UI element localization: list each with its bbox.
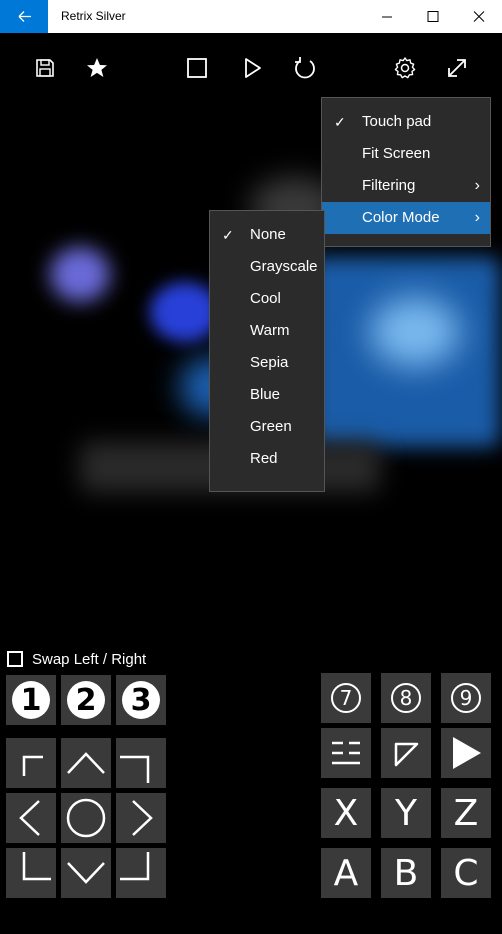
button-3-label: 3 — [122, 681, 160, 719]
dpad-right[interactable] — [116, 793, 166, 843]
checkmark-icon: ✓ — [334, 114, 346, 130]
toolbar — [0, 33, 502, 97]
stop-icon — [187, 58, 207, 78]
button-x[interactable]: X — [321, 788, 371, 838]
button-1[interactable]: 1 — [6, 675, 56, 725]
menu-item-touch-pad[interactable]: ✓ Touch pad — [322, 106, 490, 138]
window-title: Retrix Silver — [61, 9, 126, 23]
reset-icon — [295, 57, 315, 79]
fullscreen-button[interactable] — [442, 53, 472, 83]
save-button[interactable] — [30, 53, 60, 83]
button-7-label: 7 — [331, 683, 361, 713]
swap-checkbox[interactable] — [7, 651, 23, 667]
color-option-red[interactable]: Red — [210, 443, 324, 475]
favorite-star-icon — [87, 58, 107, 77]
favorite-button[interactable] — [82, 53, 112, 83]
button-7[interactable]: 7 — [321, 673, 371, 723]
button-b[interactable]: B — [381, 848, 431, 898]
back-arrow-icon — [18, 11, 31, 22]
settings-menu: ✓ Touch pad Fit Screen Filtering › Color… — [321, 97, 491, 247]
button-z-label: Z — [453, 792, 479, 834]
play-icon — [245, 58, 261, 78]
dpad-up[interactable] — [61, 738, 111, 788]
chevron-left-icon — [19, 800, 40, 836]
button-8[interactable]: 8 — [381, 673, 431, 723]
start-button[interactable] — [441, 728, 491, 778]
corner-down-left-icon — [22, 852, 51, 881]
dpad-left[interactable] — [6, 793, 56, 843]
maximize-button[interactable] — [410, 0, 456, 33]
button-3[interactable]: 3 — [116, 675, 166, 725]
button-y[interactable]: Y — [381, 788, 431, 838]
corner-up-right-icon — [120, 755, 150, 783]
maximize-icon — [427, 11, 439, 22]
play-button[interactable] — [237, 53, 267, 83]
dpad-up-left[interactable] — [6, 738, 56, 788]
button-2[interactable]: 2 — [61, 675, 111, 725]
corner-up-left-icon — [22, 755, 43, 776]
game-graphic — [50, 247, 110, 302]
menu-item-filtering[interactable]: Filtering › — [322, 170, 490, 202]
swap-left-right-toggle[interactable]: Swap Left / Right — [7, 650, 146, 668]
circle-icon — [66, 798, 106, 838]
chevron-right-icon: › — [474, 209, 480, 226]
menu-button[interactable] — [321, 728, 371, 778]
color-mode-menu: ✓ None Grayscale Cool Warm Sepia Blue Gr… — [209, 210, 325, 492]
list-menu-icon — [332, 741, 360, 765]
dpad-up-right[interactable] — [116, 738, 166, 788]
menu-item-fit-screen[interactable]: Fit Screen — [322, 138, 490, 170]
settings-icon — [394, 57, 416, 79]
button-a[interactable]: A — [321, 848, 371, 898]
close-button[interactable] — [456, 0, 502, 33]
button-c-label: C — [453, 852, 479, 894]
minimize-icon — [382, 16, 392, 18]
minimize-button[interactable] — [364, 0, 410, 33]
fullscreen-icon — [448, 59, 466, 77]
color-option-blue[interactable]: Blue — [210, 379, 324, 411]
chevron-right-icon — [132, 800, 153, 836]
back-button[interactable] — [0, 0, 48, 33]
settings-button[interactable] — [390, 53, 420, 83]
dpad-down-right[interactable] — [116, 848, 166, 898]
swap-label: Swap Left / Right — [32, 650, 147, 668]
button-z[interactable]: Z — [441, 788, 491, 838]
chevron-down-icon — [67, 862, 105, 884]
color-option-cool[interactable]: Cool — [210, 283, 324, 315]
dpad-down[interactable] — [61, 848, 111, 898]
title-bar: Retrix Silver — [0, 0, 502, 33]
menu-item-color-mode[interactable]: Color Mode › — [322, 202, 490, 234]
button-y-label: Y — [395, 792, 417, 834]
button-9-label: 9 — [451, 683, 481, 713]
game-graphic — [370, 297, 460, 367]
color-option-warm[interactable]: Warm — [210, 315, 324, 347]
color-option-grayscale[interactable]: Grayscale — [210, 251, 324, 283]
checkmark-icon: ✓ — [222, 227, 234, 243]
color-option-sepia[interactable]: Sepia — [210, 347, 324, 379]
button-2-label: 2 — [67, 681, 105, 719]
button-1-label: 1 — [12, 681, 50, 719]
chevron-right-icon: › — [474, 177, 480, 194]
button-8-label: 8 — [391, 683, 421, 713]
dpad-center[interactable] — [61, 793, 111, 843]
play-icon — [453, 737, 481, 769]
corner-down-right-icon — [120, 852, 150, 881]
chevron-up-icon — [67, 752, 105, 774]
stop-button[interactable] — [182, 53, 212, 83]
color-option-green[interactable]: Green — [210, 411, 324, 443]
close-icon — [473, 11, 485, 22]
button-x-label: X — [333, 792, 359, 834]
button-c[interactable]: C — [441, 848, 491, 898]
triangle-select-icon — [394, 742, 419, 767]
button-b-label: B — [393, 852, 419, 894]
button-9[interactable]: 9 — [441, 673, 491, 723]
color-option-none[interactable]: ✓ None — [210, 219, 324, 251]
dpad-down-left[interactable] — [6, 848, 56, 898]
reset-button[interactable] — [290, 53, 320, 83]
button-a-label: A — [333, 852, 359, 894]
select-button[interactable] — [381, 728, 431, 778]
save-icon — [36, 59, 54, 77]
